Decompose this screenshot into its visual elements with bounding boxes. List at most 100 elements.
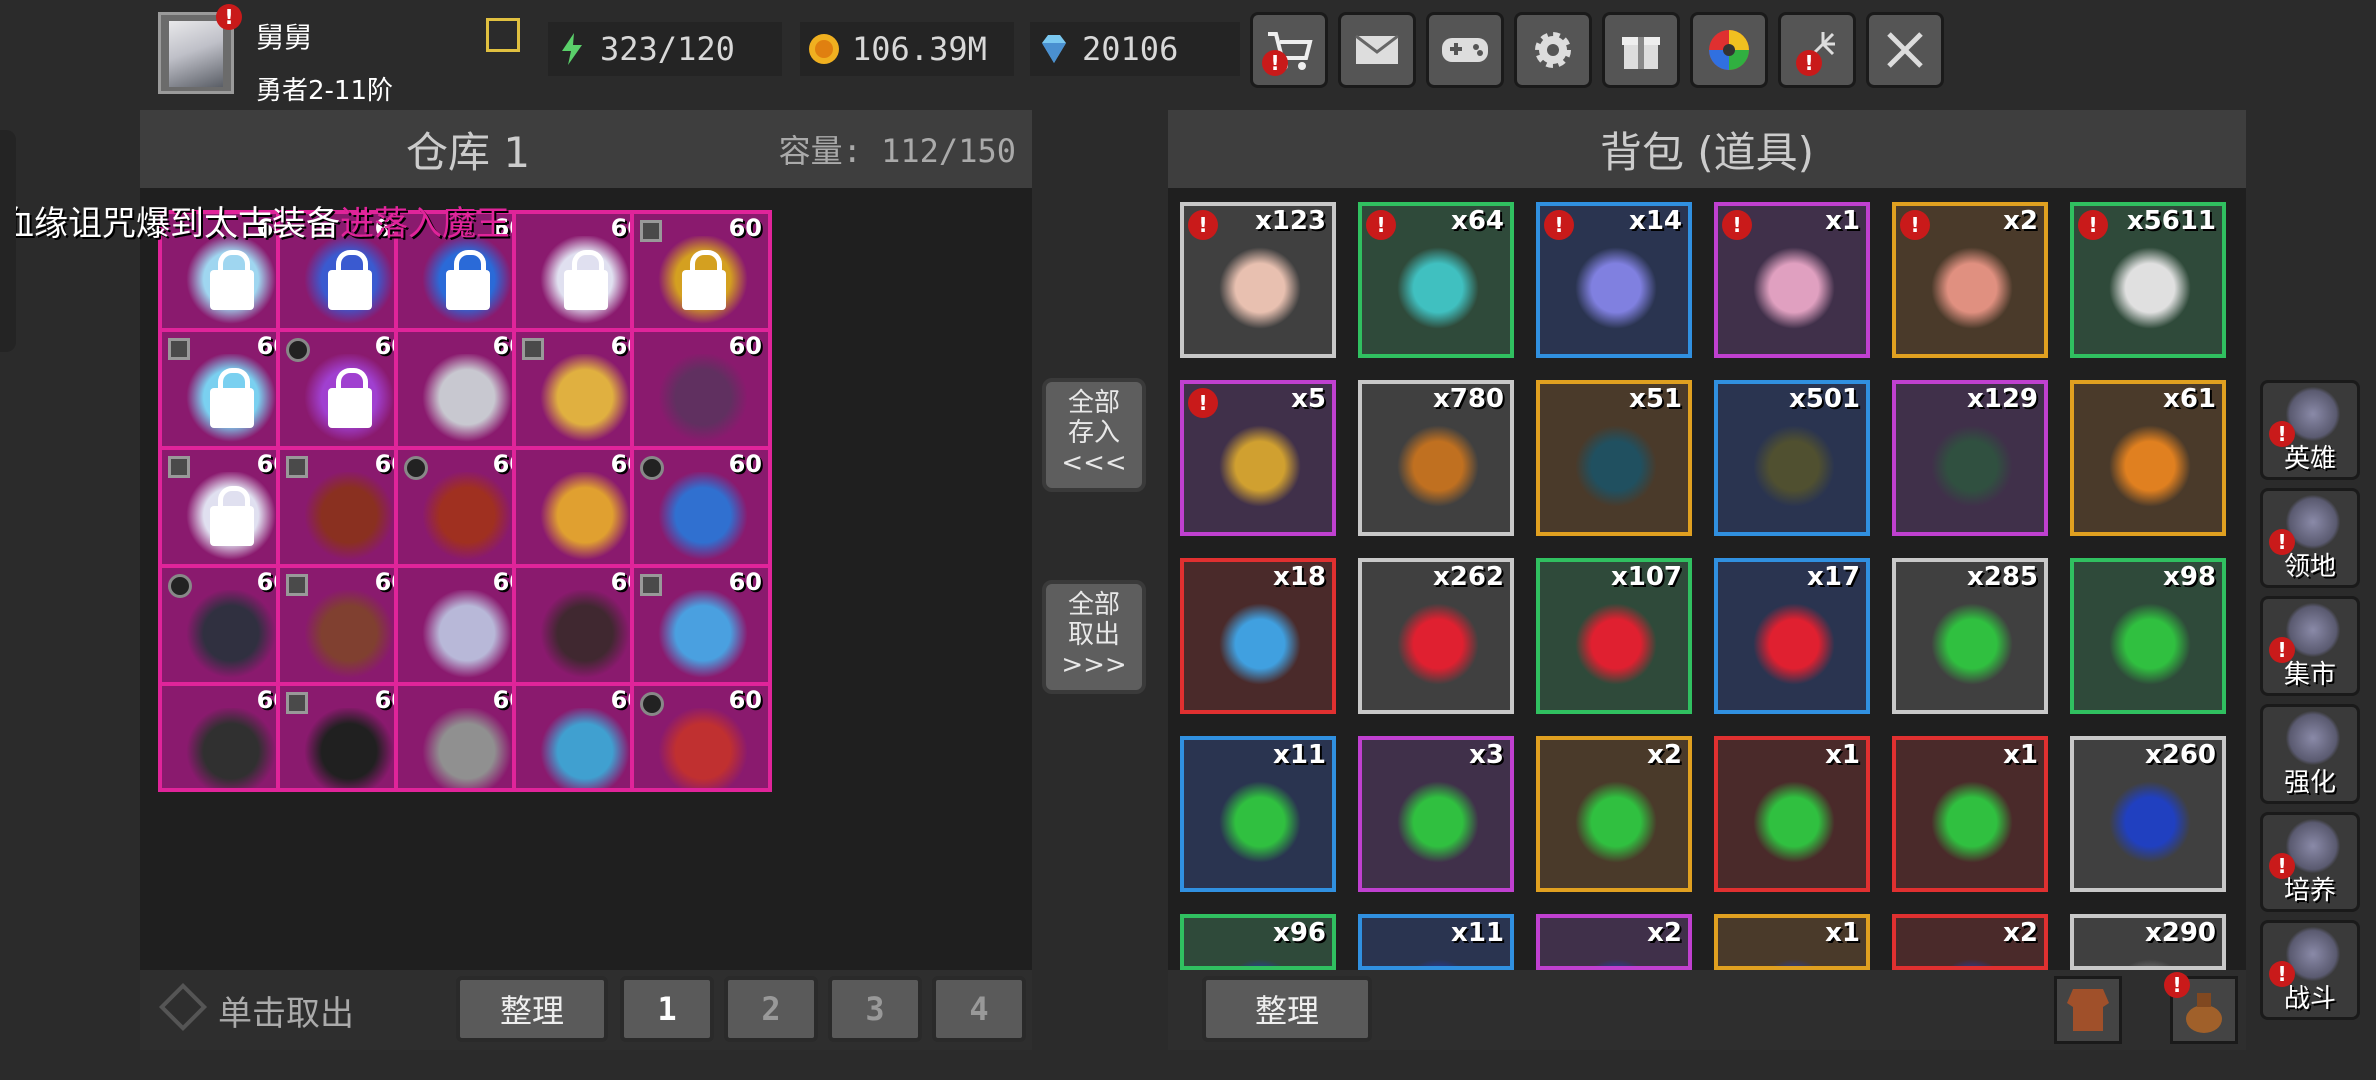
bag-slot[interactable]: x107 (1536, 558, 1692, 714)
item-count: x17 (1807, 562, 1860, 592)
item-mark-icon (168, 456, 190, 478)
bag-slot[interactable]: x2 (1892, 914, 2048, 970)
bag-slot[interactable]: x11 (1180, 736, 1336, 892)
item-level: 60 (728, 450, 762, 478)
bag-slot[interactable]: x1 (1714, 736, 1870, 892)
news-ticker: 血缘诅咒爆到太古装备进落入魔王 (0, 196, 510, 245)
item-level: 60 (728, 686, 762, 714)
settings-button[interactable] (1514, 12, 1592, 88)
gift-button[interactable] (1602, 12, 1680, 88)
item-count: x1 (1825, 918, 1860, 948)
item-count: x5 (1291, 384, 1326, 414)
bag-slot[interactable]: x61 (2070, 380, 2226, 536)
bag-slot[interactable]: x1 (1714, 914, 1870, 970)
battle-swords-button[interactable] (1866, 12, 1944, 88)
side-menu-alert-badge: ! (2269, 961, 2295, 987)
bag-item-art (1746, 952, 1842, 966)
bag-slot[interactable]: x260 (2070, 736, 2226, 892)
bag-item-art (1390, 774, 1486, 870)
settings-gear-icon (1535, 32, 1571, 68)
store-all-button[interactable]: 全部 存入 <<< (1042, 378, 1146, 492)
edit-name-icon[interactable] (486, 18, 520, 52)
lock-icon (210, 250, 254, 310)
item-mark-icon (286, 692, 308, 714)
bag-slot[interactable]: x64! (1358, 202, 1514, 358)
side-menu-market-stall[interactable]: 集市! (2260, 596, 2360, 696)
store-all-line2: 存入 (1067, 418, 1120, 448)
side-menu-castle[interactable]: 领地! (2260, 488, 2360, 588)
bag-slot[interactable]: x1! (1714, 202, 1870, 358)
bag-slot[interactable]: x501 (1714, 380, 1870, 536)
warehouse-page-4[interactable]: 4 (932, 976, 1026, 1042)
warehouse-page-2[interactable]: 2 (724, 976, 818, 1042)
side-menu-helmet[interactable]: 英雄! (2260, 380, 2360, 480)
bag-item-art (1390, 596, 1486, 692)
warehouse-page-3[interactable]: 3 (828, 976, 922, 1042)
lock-icon (564, 250, 608, 310)
bag-slot[interactable]: x1 (1892, 736, 2048, 892)
bag-slot[interactable]: x98 (2070, 558, 2226, 714)
bag-slot[interactable]: x17 (1714, 558, 1870, 714)
lock-icon (210, 486, 254, 546)
bag-slot[interactable]: x2! (1892, 202, 2048, 358)
bag-item-art (2102, 596, 2198, 692)
item-mark-icon (640, 220, 662, 242)
take-all-button[interactable]: 全部 取出 >>> (1042, 580, 1146, 694)
bag-slot[interactable]: x780 (1358, 380, 1514, 536)
side-menu-portal[interactable]: 战斗! (2260, 920, 2360, 1020)
bag-slot[interactable]: x285 (1892, 558, 2048, 714)
side-menu-crystal-emblem[interactable]: 强化 (2260, 704, 2360, 804)
item-count: x1 (1825, 206, 1860, 236)
warehouse-sort-button[interactable]: 整理 (456, 976, 608, 1042)
bag-slot[interactable]: x14! (1536, 202, 1692, 358)
warehouse-page-1[interactable]: 1 (620, 976, 714, 1042)
bag-item-art (1212, 240, 1308, 336)
side-menu-chalice[interactable]: 培养! (2260, 812, 2360, 912)
mail-button[interactable] (1338, 12, 1416, 88)
player-rank: 勇者2-11阶 (256, 76, 394, 106)
item-count: x780 (1432, 384, 1504, 414)
fireworks-button[interactable] (1778, 12, 1856, 88)
bag-slot[interactable]: x5! (1180, 380, 1336, 536)
bag-slot[interactable]: x18 (1180, 558, 1336, 714)
bag-slot[interactable]: x129 (1892, 380, 2048, 536)
bag-slot[interactable]: x96 (1180, 914, 1336, 970)
bag-slot[interactable]: x5611! (2070, 202, 2226, 358)
item-art (654, 708, 752, 788)
shop-button[interactable] (1250, 12, 1328, 88)
diamond-icon (1042, 35, 1066, 63)
side-menu-alert-badge: ! (2269, 421, 2295, 447)
ticker-side-tab[interactable] (0, 130, 16, 352)
item-count: x51 (1629, 384, 1682, 414)
item-count: x11 (1273, 740, 1326, 770)
item-count: x2 (1647, 740, 1682, 770)
warehouse-slot[interactable]: 60 (630, 682, 772, 792)
item-count: x64 (1451, 206, 1504, 236)
bag-slot[interactable]: x11 (1358, 914, 1514, 970)
bag-slot[interactable]: x3 (1358, 736, 1514, 892)
bag-slot[interactable]: x123! (1180, 202, 1336, 358)
new-item-alert-badge: ! (1900, 210, 1930, 240)
bag-slot[interactable]: x262 (1358, 558, 1514, 714)
lock-icon (328, 368, 372, 428)
gamepad-button[interactable] (1426, 12, 1504, 88)
bag-item-art (1568, 596, 1664, 692)
bag-slot[interactable]: x2 (1536, 914, 1692, 970)
equipment-tab-button[interactable] (2054, 976, 2122, 1044)
bag-item-art (1746, 240, 1842, 336)
bag-item-art (1212, 774, 1308, 870)
item-count: x1 (2003, 740, 2038, 770)
bag-sort-button[interactable]: 整理 (1202, 976, 1372, 1042)
bag-slot[interactable]: x51 (1536, 380, 1692, 536)
bag-item-art (2102, 952, 2198, 966)
bag-grid: x123! x64! x14! x1! x2! x5611! x5! x780 x51 x501 x… (1168, 188, 2246, 970)
item-art (300, 708, 398, 788)
item-count: x501 (1788, 384, 1860, 414)
bag-slot[interactable]: x290 (2070, 914, 2226, 970)
bag-slot[interactable]: x2 (1536, 736, 1692, 892)
item-count: x123 (1254, 206, 1326, 236)
color-wheel-button[interactable] (1690, 12, 1768, 88)
item-art (418, 354, 516, 450)
item-count: x285 (1966, 562, 2038, 592)
bag-item-art (2102, 774, 2198, 870)
